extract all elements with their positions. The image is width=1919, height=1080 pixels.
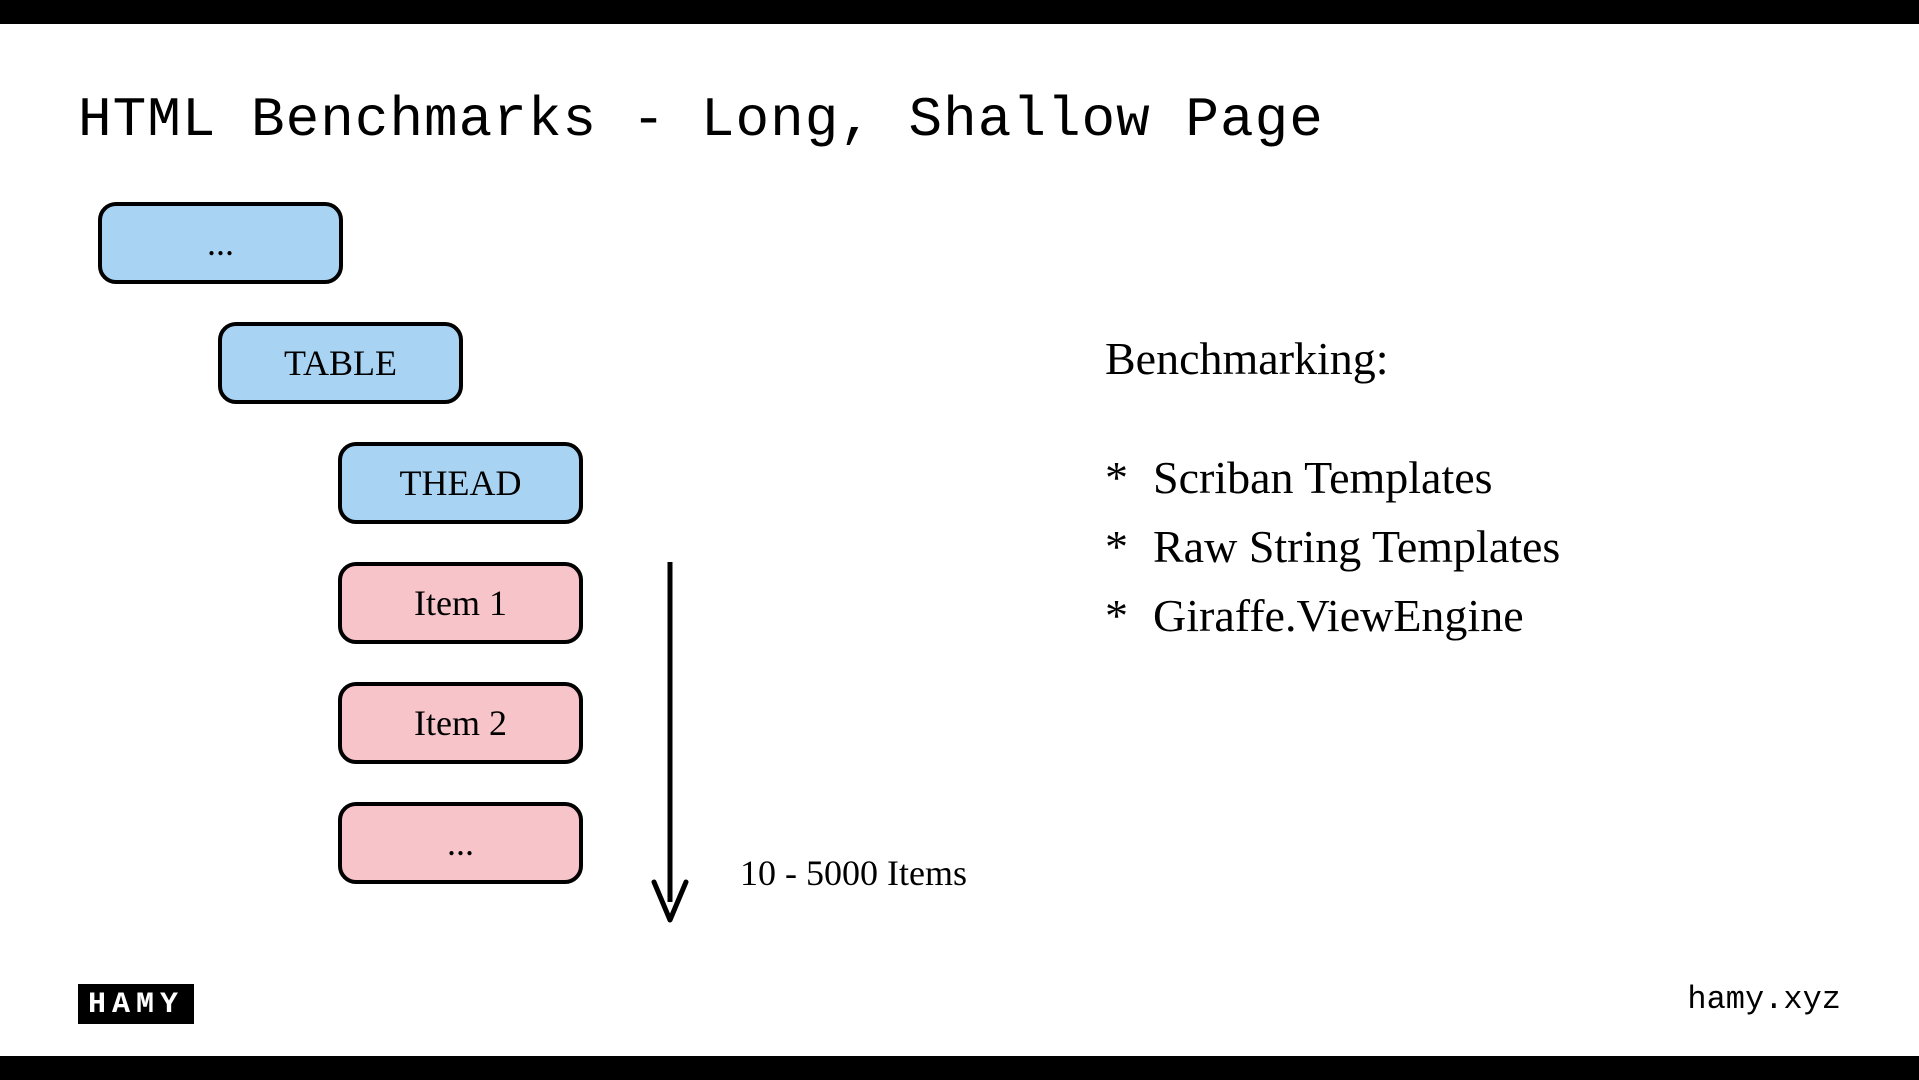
benchmark-section: Benchmarking: *Scriban Templates *Raw St…: [1105, 324, 1560, 650]
arrow-down-icon: [650, 562, 690, 932]
node-item2: Item 2: [338, 682, 583, 764]
node-item2-label: Item 2: [414, 705, 507, 741]
node-thead-label: THEAD: [400, 465, 522, 501]
node-thead: THEAD: [338, 442, 583, 524]
slide: HTML Benchmarks - Long, Shallow Page ...…: [0, 24, 1919, 1056]
page-title: HTML Benchmarks - Long, Shallow Page: [78, 88, 1324, 152]
site-url: hamy.xyz: [1687, 981, 1841, 1018]
node-table: TABLE: [218, 322, 463, 404]
bench-item: *Giraffe.ViewEngine: [1105, 581, 1560, 650]
node-more: ...: [338, 802, 583, 884]
node-root: ...: [98, 202, 343, 284]
logo: HAMY: [78, 984, 194, 1024]
bench-item-label: Scriban Templates: [1153, 452, 1493, 503]
node-table-label: TABLE: [284, 345, 397, 381]
node-item1: Item 1: [338, 562, 583, 644]
bench-item-label: Raw String Templates: [1153, 521, 1560, 572]
bench-item: *Scriban Templates: [1105, 443, 1560, 512]
bullet-asterisk: *: [1105, 581, 1153, 650]
benchmark-heading: Benchmarking:: [1105, 324, 1560, 393]
letterbox-top: [0, 0, 1919, 24]
arrow-label: 10 - 5000 Items: [740, 852, 967, 894]
bench-item-label: Giraffe.ViewEngine: [1153, 590, 1524, 641]
letterbox-bottom: [0, 1056, 1919, 1080]
bench-item: *Raw String Templates: [1105, 512, 1560, 581]
node-root-label: ...: [207, 225, 234, 261]
bullet-asterisk: *: [1105, 512, 1153, 581]
bullet-asterisk: *: [1105, 443, 1153, 512]
node-item1-label: Item 1: [414, 585, 507, 621]
node-more-label: ...: [447, 825, 474, 861]
